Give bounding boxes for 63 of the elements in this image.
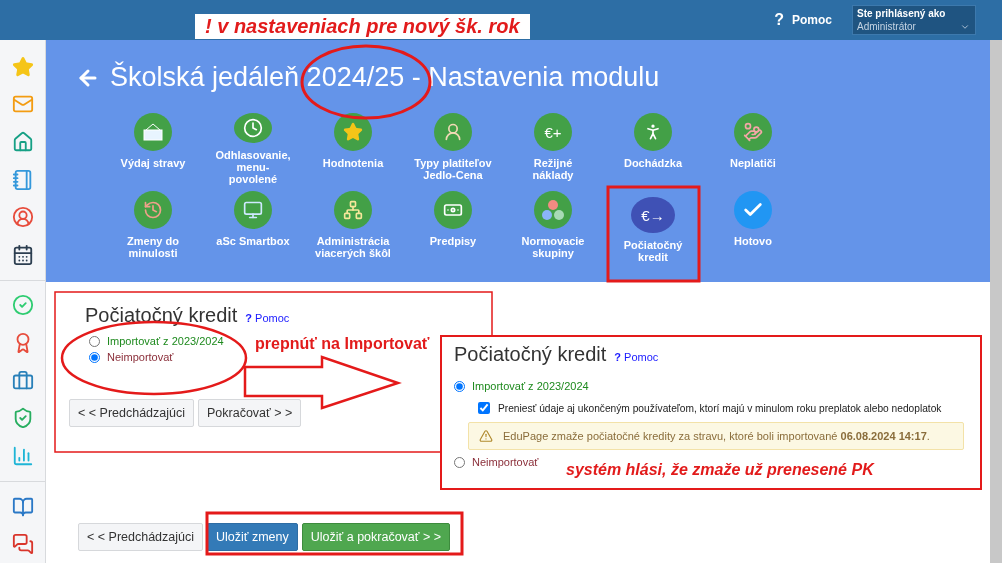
annotation-banner: ! v nastaveniach pre nový šk. rok — [195, 14, 530, 39]
star-icon[interactable] — [11, 55, 34, 78]
home-icon[interactable] — [11, 131, 34, 153]
calendar-icon[interactable] — [11, 243, 34, 266]
three-circles-icon — [541, 199, 565, 221]
checkbox[interactable] — [478, 402, 490, 414]
annotation-note: prepnúť na Importovať — [255, 335, 430, 353]
module-tile[interactable]: Neplatiči — [703, 113, 803, 185]
warning-text: EduPage zmaže počiatočné kredity za stravu, ktoré boli importované 06.08.2024 14:17. — [503, 430, 930, 442]
check-circle-icon[interactable] — [11, 294, 34, 317]
module-tile[interactable]: €→ Počiatočný kredit — [603, 191, 703, 263]
euro-glyph-icon: €+ — [544, 123, 562, 141]
money-bag-icon — [743, 122, 763, 142]
section-title: Počiatočný kredit — [85, 304, 238, 327]
euro-glyph-icon: €→ — [641, 206, 665, 224]
help-link[interactable]: ? Pomoc — [774, 11, 832, 29]
briefcase-icon[interactable] — [11, 369, 34, 392]
annotation-note: systém hlási, že zmaže už prenesené PK — [566, 461, 874, 479]
module-tile[interactable]: Hodnotenia — [303, 113, 403, 185]
option-label: Importovať z 2023/2024 — [472, 380, 589, 392]
user-dropdown[interactable]: Ste prihlásený ako Administrátor — [852, 5, 976, 35]
clock-icon — [243, 118, 263, 138]
star-icon — [343, 122, 363, 142]
radio-button[interactable] — [89, 335, 100, 347]
module-tile[interactable]: Dochádzka — [603, 113, 703, 185]
sign-icon — [142, 122, 164, 142]
user-icon — [443, 122, 463, 142]
option-label: Importovať z 2023/2024 — [107, 335, 224, 347]
module-tile[interactable]: €+ Režijné náklady — [503, 113, 603, 185]
module-tile[interactable]: aSc Smartbox — [203, 191, 303, 263]
help-link[interactable]: ? Pomoc — [245, 312, 290, 324]
previous-button[interactable]: < < Predchádzajúci — [69, 399, 194, 427]
warning-icon — [479, 429, 493, 443]
user-icon[interactable] — [11, 206, 34, 229]
notebook-icon[interactable] — [11, 168, 34, 191]
module-tile[interactable]: Predpisy — [403, 191, 503, 263]
module-tile[interactable]: Výdaj stravy — [103, 113, 203, 185]
radio-button[interactable] — [454, 380, 465, 392]
option-label: Neimportovať — [472, 456, 539, 468]
page-title: Školská jedáleň 2024/25 - Nastavenia modulu — [110, 62, 660, 93]
module-tile[interactable]: Hotovo — [703, 191, 803, 263]
radio-button[interactable] — [89, 351, 100, 363]
hierarchy-icon — [343, 200, 363, 220]
caret-icon — [960, 22, 970, 32]
option-label: Neimportovať — [107, 351, 174, 363]
module-tile[interactable]: Typy platiteľov Jedlo-Cena — [403, 113, 503, 185]
module-tile[interactable]: Normovacie skupiny — [503, 191, 603, 263]
chat-icon[interactable] — [11, 533, 34, 556]
previous-button[interactable]: < < Predchádzajúci — [78, 523, 203, 551]
clock-icon — [143, 200, 163, 220]
checkbox-label: Preniesť údaje aj ukončeným používateľom, ktorí majú v minulom roku preplatok alebo nedoplatok — [498, 402, 942, 414]
module-tile[interactable]: Administrácia viacerých škôl — [303, 191, 403, 263]
help-link[interactable]: ? Pomoc — [614, 351, 659, 363]
book-icon[interactable] — [11, 495, 34, 518]
section-title: Počiatočný kredit — [454, 343, 607, 366]
next-button[interactable]: Pokračovať > > — [198, 399, 302, 427]
save-continue-button[interactable]: Uložiť a pokračovať > > — [301, 523, 451, 551]
save-button[interactable]: Uložiť zmeny — [207, 523, 298, 551]
module-tile[interactable]: Odhlasovanie, menu-povolené — [203, 113, 303, 185]
module-tile[interactable]: Zmeny do minulosti — [103, 191, 203, 263]
radio-button[interactable] — [454, 456, 465, 468]
monitor-icon — [243, 200, 263, 220]
bar-chart-icon[interactable] — [11, 444, 34, 467]
